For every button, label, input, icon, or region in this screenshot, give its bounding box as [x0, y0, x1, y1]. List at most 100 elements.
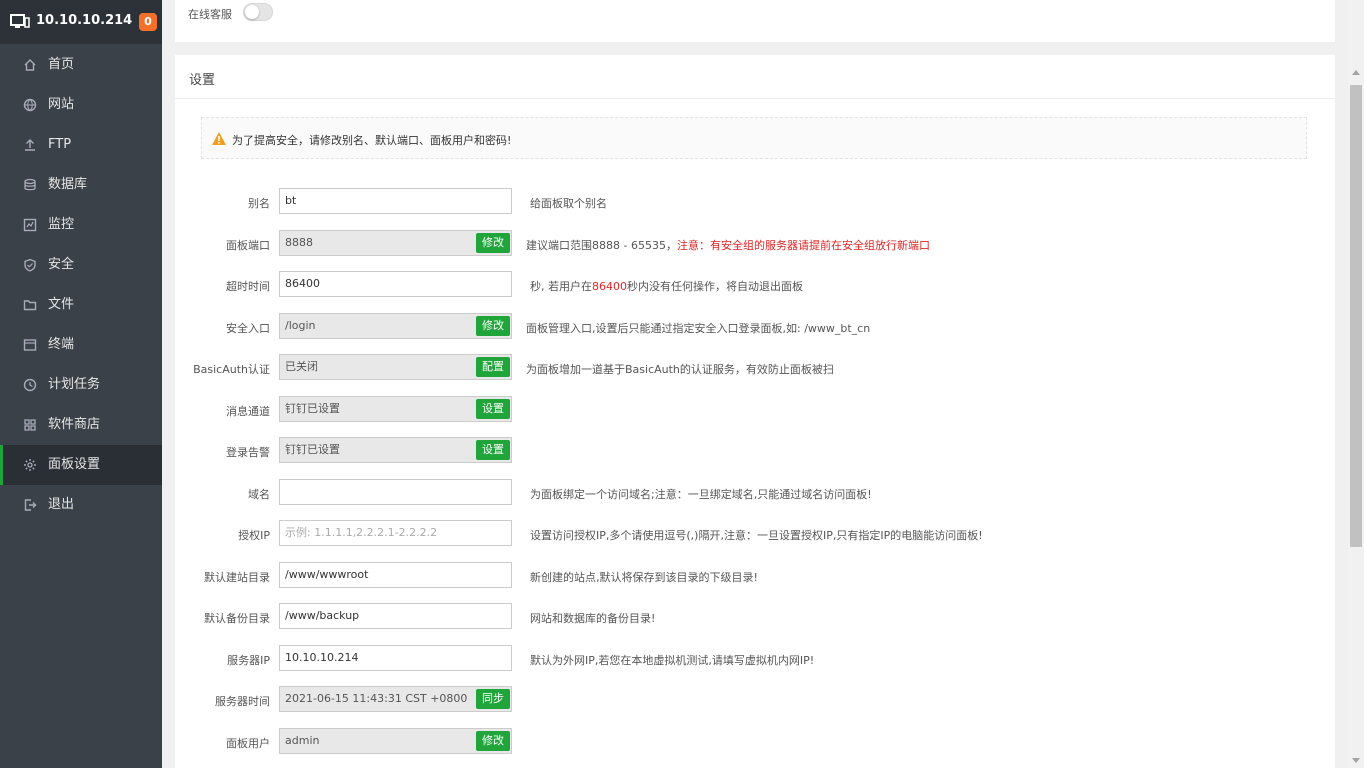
sidebar-item-label: 监控 [48, 217, 75, 232]
sidebar-item-8[interactable]: 计划任务 [0, 365, 162, 405]
timeout-input[interactable]: 86400 [279, 271, 512, 297]
sidebar-item-label: 安全 [48, 257, 75, 272]
shield-icon [24, 258, 36, 272]
upload-icon [25, 139, 35, 151]
folder-icon [23, 300, 37, 311]
server-ip-input[interactable]: 10.10.10.214 [279, 645, 512, 671]
security-entry-modify-button[interactable]: 修改 [476, 316, 510, 336]
domain-input[interactable] [279, 479, 512, 505]
globe-icon [23, 98, 37, 112]
message-channel-set-button[interactable]: 设置 [476, 399, 510, 419]
auth-ip-input[interactable]: 示例: 1.1.1.1,2.2.2.1-2.2.2.2 [279, 520, 512, 546]
alias-input[interactable]: bt [279, 188, 512, 214]
online-service-card: 在线客服 [175, 0, 1335, 42]
sidebar-header: 10.10.10.214 0 [0, 0, 162, 44]
basicauth-config-button[interactable]: 配置 [476, 357, 510, 377]
sidebar-item-label: 计划任务 [48, 377, 101, 392]
row-panel-user: 面板用户 admin 修改 [175, 728, 1335, 758]
basicauth-label: BasicAuth认证 [193, 363, 270, 376]
sidebar-item-label: 软件商店 [48, 417, 101, 432]
backup-dir-input[interactable]: /www/backup [279, 603, 512, 629]
panel-port-desc-warning: 注意：有安全组的服务器请提前在安全组放行新端口 [676, 239, 930, 252]
sidebar-item-label: 终端 [48, 337, 75, 352]
terminal-icon [23, 339, 37, 351]
sidebar-item-label: 文件 [48, 297, 75, 312]
alias-label: 别名 [248, 197, 270, 210]
timeout-desc-value: 86400 [592, 280, 627, 293]
backup-dir-label: 默认备份目录 [204, 612, 270, 625]
home-icon [24, 59, 36, 71]
notification-badge[interactable]: 0 [139, 13, 157, 31]
security-entry-desc: 面板管理入口,设置后只能通过指定安全入口登录面板,如: /www_bt_cn [526, 322, 871, 335]
row-timeout: 超时时间 86400 秒, 若用户在86400秒内没有任何操作，将自动退出面板 [175, 271, 1335, 301]
sidebar-item-2[interactable]: FTP [0, 125, 162, 165]
sidebar-item-7[interactable]: 终端 [0, 325, 162, 365]
row-auth-ip: 授权IP 示例: 1.1.1.1,2.2.2.1-2.2.2.2 设置访问授权I… [175, 520, 1335, 550]
online-service-toggle[interactable] [243, 3, 273, 21]
sidebar-item-5[interactable]: 安全 [0, 245, 162, 285]
grid-icon [24, 419, 36, 431]
sidebar-item-label: 首页 [48, 57, 75, 72]
sidebar-item-11[interactable]: 退出 [0, 485, 162, 525]
row-message-channel: 消息通道 钉钉已设置 设置 [175, 396, 1335, 426]
sidebar-item-1[interactable]: 网站 [0, 85, 162, 125]
monitor-icon [10, 14, 30, 28]
site-dir-desc: 新创建的站点,默认将保存到该目录的下级目录! [530, 571, 758, 584]
server-time-sync-button[interactable]: 同步 [476, 689, 510, 709]
domain-label: 域名 [248, 488, 270, 501]
scroll-up-arrow[interactable] [1352, 70, 1360, 75]
sidebar-item-label: FTP [48, 137, 72, 152]
sidebar-item-3[interactable]: 数据库 [0, 165, 162, 205]
sidebar-item-label: 退出 [48, 497, 75, 512]
panel-port-modify-button[interactable]: 修改 [476, 233, 510, 253]
gear-icon [24, 459, 36, 471]
warning-text: 为了提高安全，请修改别名、默认端口、面板用户和密码! [232, 134, 512, 147]
sidebar-item-label: 面板设置 [48, 457, 101, 472]
row-basicauth: BasicAuth认证 已关闭 配置 为面板增加一道基于BasicAuth的认证… [175, 354, 1335, 384]
toggle-knob [245, 5, 259, 19]
message-channel-label: 消息通道 [226, 405, 270, 418]
site-dir-label: 默认建站目录 [204, 571, 270, 584]
basicauth-desc: 为面板增加一道基于BasicAuth的认证服务，有效防止面板被扫 [526, 363, 834, 376]
sidebar-menu: 首页网站 FTP 数据库监控安全文件终端计划任务软件商店面板设置退出 [0, 45, 162, 525]
timeout-desc-pre: 秒, 若用户在 [530, 280, 592, 293]
server-ip-label: 服务器IP [227, 654, 270, 667]
server-ip-desc: 默认为外网IP,若您在本地虚拟机测试,请填写虚拟机内网IP! [530, 654, 815, 667]
row-domain: 域名 为面板绑定一个访问域名;注意：一旦绑定域名,只能通过域名访问面板! [175, 479, 1335, 509]
settings-title: 设置 [189, 73, 216, 88]
sidebar-item-4[interactable]: 监控 [0, 205, 162, 245]
warning-icon [212, 132, 226, 145]
online-service-label: 在线客服 [188, 8, 232, 21]
scrollbar-thumb[interactable] [1350, 85, 1362, 547]
panel-user-modify-button[interactable]: 修改 [476, 731, 510, 751]
database-icon [24, 178, 36, 191]
sidebar-item-label: 网站 [48, 97, 75, 112]
login-alert-set-button[interactable]: 设置 [476, 440, 510, 460]
panel-port-label: 面板端口 [226, 239, 270, 252]
auth-ip-desc: 设置访问授权IP,多个请使用逗号(,)隔开,注意：一旦设置授权IP,只有指定IP… [530, 529, 983, 542]
divider [175, 98, 1335, 99]
sidebar: 10.10.10.214 0 首页网站 FTP 数据库监控安全文件终端计划任务软件商… [0, 0, 162, 768]
server-ip-title[interactable]: 10.10.10.214 [36, 13, 132, 28]
row-site-dir: 默认建站目录 /www/wwwroot 新创建的站点,默认将保存到该目录的下级目… [175, 562, 1335, 592]
clock-icon [23, 378, 37, 392]
login-alert-label: 登录告警 [226, 446, 270, 459]
row-login-alert: 登录告警 钉钉已设置 设置 [175, 437, 1335, 467]
security-entry-label: 安全入口 [226, 322, 270, 335]
exit-icon [24, 499, 37, 511]
sidebar-item-0[interactable]: 首页 [0, 45, 162, 85]
sidebar-item-6[interactable]: 文件 [0, 285, 162, 325]
panel-user-label: 面板用户 [226, 737, 270, 750]
panel-port-desc: 建议端口范围8888 - 65535，注意：有安全组的服务器请提前在安全组放行新… [526, 237, 930, 253]
row-server-time: 服务器时间 2021-06-15 11:43:31 CST +0800 同步 [175, 686, 1335, 716]
domain-desc: 为面板绑定一个访问域名;注意：一旦绑定域名,只能通过域名访问面板! [530, 488, 872, 501]
monitor-icon [23, 218, 37, 232]
server-time-label: 服务器时间 [215, 695, 270, 708]
site-dir-input[interactable]: /www/wwwroot [279, 562, 512, 588]
security-warning: 为了提高安全，请修改别名、默认端口、面板用户和密码! [201, 117, 1307, 159]
auth-ip-label: 授权IP [238, 529, 270, 542]
sidebar-item-10[interactable]: 面板设置 [0, 445, 162, 485]
sidebar-item-9[interactable]: 软件商店 [0, 405, 162, 445]
sidebar-item-label: 数据库 [48, 177, 88, 192]
scroll-down-arrow[interactable] [1352, 758, 1360, 763]
